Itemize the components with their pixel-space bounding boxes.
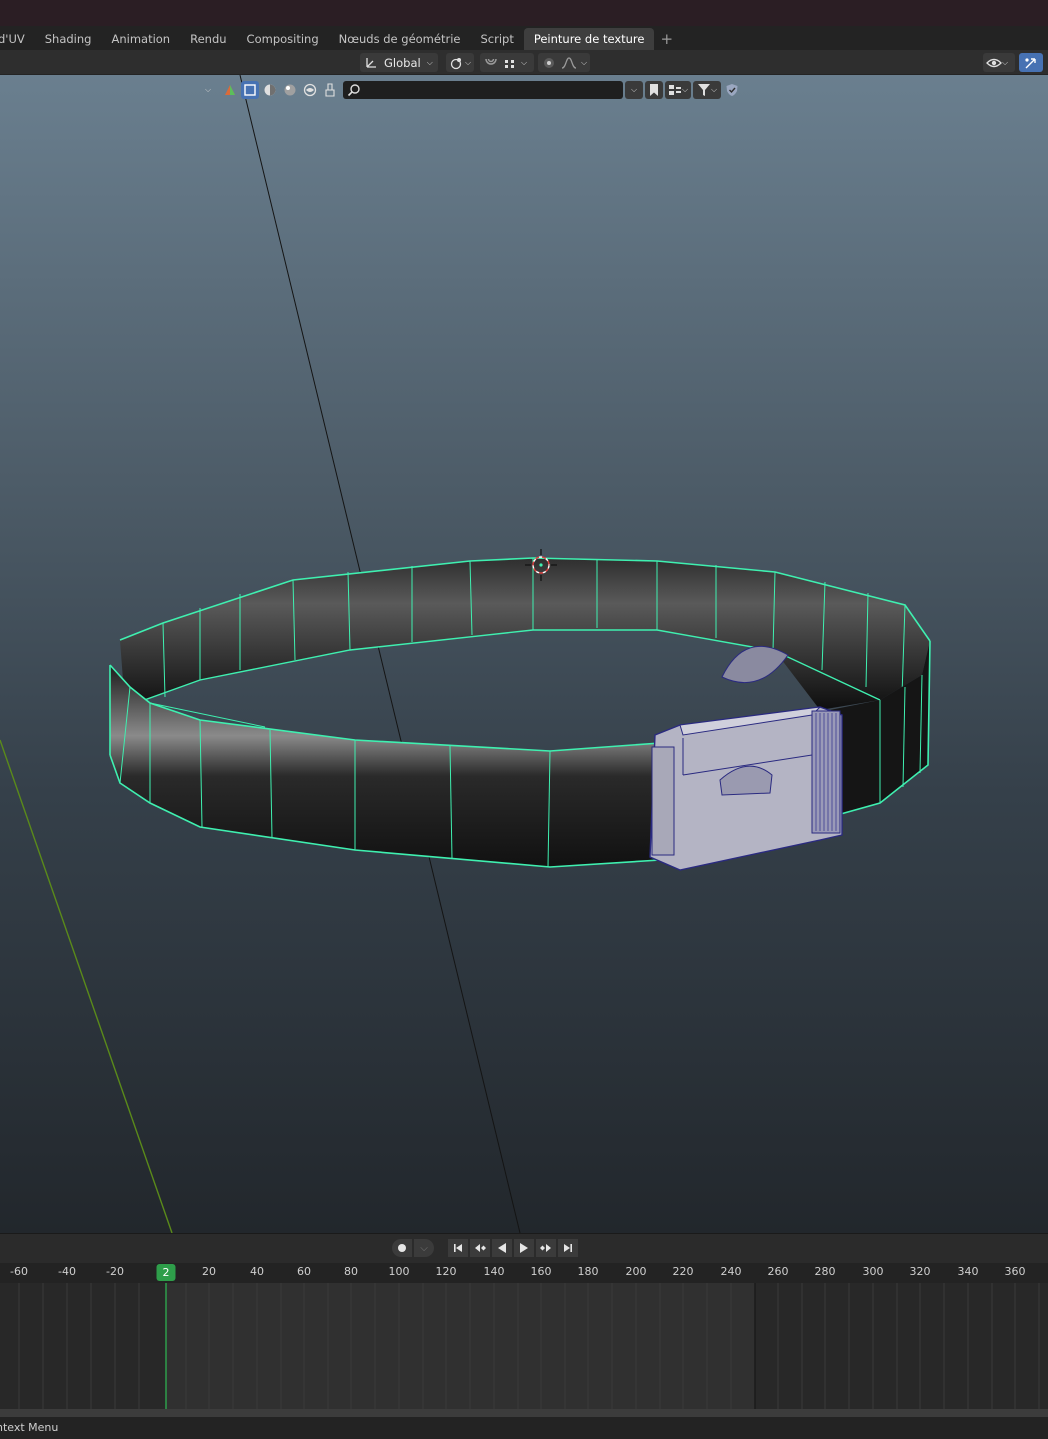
frame-tick: 180 xyxy=(577,1265,599,1278)
3d-viewport[interactable]: ⌵ ⌵ ⌵ ⌵ xyxy=(0,75,1048,1233)
play-icon[interactable] xyxy=(514,1239,534,1257)
status-context-menu-hint: ntext Menu xyxy=(0,1421,59,1434)
frame-tick: 200 xyxy=(625,1265,647,1278)
frame-tick: 280 xyxy=(814,1265,836,1278)
frame-tick: 100 xyxy=(388,1265,410,1278)
timeline-area[interactable] xyxy=(0,1283,1048,1409)
scene-render xyxy=(0,75,931,1233)
filter-dropdown[interactable]: ⌵ xyxy=(693,81,721,99)
outliner-search-field xyxy=(343,81,623,99)
snapping-group[interactable]: ⌵ xyxy=(480,53,534,72)
frame-tick: 60 xyxy=(297,1265,311,1278)
frame-tick: -60 xyxy=(10,1265,28,1278)
pivot-point-dropdown[interactable]: ⌵ xyxy=(446,53,474,72)
snap-increment-icon xyxy=(502,56,518,70)
next-keyframe-icon[interactable] xyxy=(536,1239,556,1257)
frame-tick: 300 xyxy=(862,1265,884,1278)
playback-bar: ⌵ xyxy=(0,1233,1048,1263)
playback-controls: ⌵ xyxy=(392,1239,578,1257)
magnet-icon xyxy=(483,56,499,70)
frame-tick: -20 xyxy=(106,1265,124,1278)
tab-animation[interactable]: Animation xyxy=(101,28,180,50)
belt-front-band xyxy=(110,665,660,867)
shield-icon[interactable] xyxy=(723,81,741,99)
frame-tick: 120 xyxy=(435,1265,457,1278)
gizmo-toggle-button[interactable] xyxy=(1019,53,1043,72)
palette-icon[interactable] xyxy=(221,81,239,99)
falloff-curve-icon xyxy=(561,56,577,70)
pivot-icon xyxy=(449,56,465,70)
record-button[interactable] xyxy=(392,1239,412,1257)
frame-tick: 80 xyxy=(344,1265,358,1278)
tab-rendering[interactable]: Rendu xyxy=(180,28,236,50)
jump-end-icon[interactable] xyxy=(558,1239,578,1257)
transform-orientation-dropdown[interactable]: Global ⌵ xyxy=(360,53,438,72)
frame-tick: 240 xyxy=(720,1265,742,1278)
chevron-down-icon[interactable]: ⌵ xyxy=(205,85,219,95)
tab-compositing[interactable]: Compositing xyxy=(237,28,329,50)
window-top-bar xyxy=(0,0,1048,26)
status-bar: ntext Menu xyxy=(0,1417,1048,1439)
prev-keyframe-icon[interactable] xyxy=(470,1239,490,1257)
tab-texture-paint[interactable]: Peinture de texture xyxy=(523,28,655,50)
frame-tick: 260 xyxy=(767,1265,789,1278)
orientation-value: Global xyxy=(384,55,421,70)
frame-tick: 160 xyxy=(530,1265,552,1278)
y-axis-line xyxy=(0,739,173,1233)
chevron-down-icon: ⌵ xyxy=(581,57,588,67)
chevron-down-icon: ⌵ xyxy=(426,57,433,67)
frame-tick: 340 xyxy=(957,1265,979,1278)
proportional-editing-group[interactable]: ⌵ xyxy=(538,53,590,72)
tab-shading[interactable]: Shading xyxy=(35,28,102,50)
play-reverse-icon[interactable] xyxy=(492,1239,512,1257)
frame-tick: 320 xyxy=(909,1265,931,1278)
object-visibility-dropdown[interactable]: ⌵ xyxy=(983,53,1015,72)
chevron-down-icon: ⌵ xyxy=(1002,57,1009,67)
jump-start-icon[interactable] xyxy=(448,1239,468,1257)
frame-tick: 360 xyxy=(1004,1265,1026,1278)
orientation-axes-icon xyxy=(364,56,378,70)
brush-icon[interactable] xyxy=(321,81,339,99)
record-options-button[interactable]: ⌵ xyxy=(414,1239,434,1257)
viewport-solid-icon[interactable] xyxy=(261,81,279,99)
collapse-icon[interactable]: ⌵ xyxy=(625,81,643,99)
workspace-tabs: d'UV Shading Animation Rendu Compositing… xyxy=(0,26,1048,50)
viewport-rendered-icon[interactable] xyxy=(301,81,319,99)
frame-tick: 40 xyxy=(250,1265,264,1278)
timeline-scrollbar[interactable] xyxy=(0,1409,1048,1417)
frame-ruler[interactable]: -60 -40 -20 2 20 40 60 80 100 120 140 16… xyxy=(0,1263,1048,1283)
current-frame-indicator[interactable]: 2 xyxy=(156,1264,176,1281)
frame-tick: -40 xyxy=(58,1265,76,1278)
chevron-down-icon: ⌵ xyxy=(521,57,528,67)
add-workspace-button[interactable]: + xyxy=(654,28,679,50)
tab-geometry-nodes[interactable]: Nœuds de géométrie xyxy=(329,28,471,50)
viewport-wireframe-icon[interactable] xyxy=(241,81,259,99)
viewport-material-icon[interactable] xyxy=(281,81,299,99)
tab-scripting[interactable]: Script xyxy=(470,28,523,50)
frame-tick: 20 xyxy=(202,1265,216,1278)
display-mode-dropdown[interactable]: ⌵ xyxy=(665,81,691,99)
search-input[interactable] xyxy=(363,81,618,99)
frame-tick: 220 xyxy=(672,1265,694,1278)
proportional-edit-icon xyxy=(541,56,557,70)
bookmark-icon[interactable] xyxy=(645,81,663,99)
search-icon xyxy=(347,83,361,97)
outliner-filter-header: ⌵ ⌵ ⌵ ⌵ xyxy=(205,79,741,101)
tab-uv-editing[interactable]: d'UV xyxy=(0,28,35,50)
chevron-down-icon: ⌵ xyxy=(465,57,472,67)
frame-tick: 140 xyxy=(483,1265,505,1278)
timeline-grid xyxy=(0,1283,1048,1409)
gizmo-icon xyxy=(1023,56,1039,70)
eye-icon xyxy=(986,56,1002,70)
viewport-header: Global ⌵ ⌵ ⌵ ⌵ ⌵ xyxy=(0,50,1048,75)
